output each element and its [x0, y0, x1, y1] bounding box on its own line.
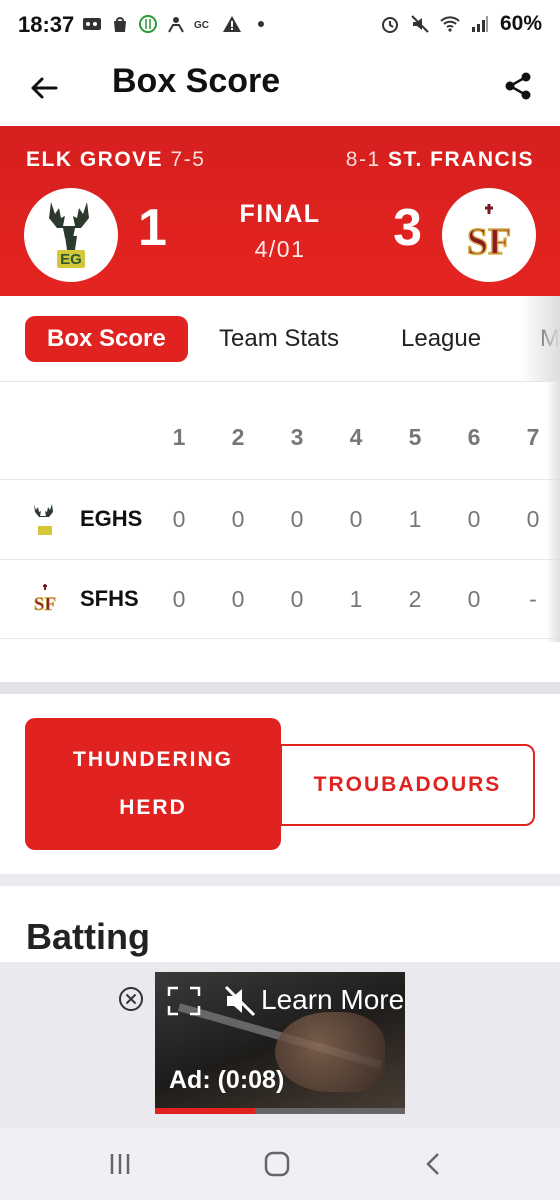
inning-header: 5	[408, 424, 422, 450]
inning-header: 6	[467, 424, 481, 450]
sf-logo-icon: SF	[466, 204, 512, 264]
muted-speaker-icon[interactable]	[223, 984, 257, 1018]
home-icon	[264, 1151, 290, 1177]
inning-header: 2	[231, 424, 245, 450]
person-icon	[168, 17, 184, 33]
inning-runs: 0	[172, 506, 186, 532]
team-toggle-thundering-herd[interactable]: THUNDERING HERD	[25, 718, 281, 850]
svg-text:GC: GC	[194, 20, 209, 31]
row-team-name[interactable]: EGHS	[80, 506, 142, 532]
close-ad-icon[interactable]	[118, 986, 144, 1012]
system-nav-bar	[0, 1128, 560, 1200]
linescore-table: 1 2 3 4 5 6 7 EGHS 0 0 0 0 1 0 0 SF SFHS…	[0, 382, 560, 682]
inning-header: 4	[349, 424, 363, 450]
inning-header: 1	[172, 424, 186, 450]
page-title: Box Score	[112, 62, 281, 100]
share-button[interactable]	[498, 66, 538, 106]
mute-icon	[411, 15, 429, 33]
arrow-left-icon	[31, 77, 58, 99]
battery-level: 60%	[499, 12, 542, 35]
ad-banner: Learn More Ad: (0:08)	[0, 962, 560, 1128]
app-bar: Box Score	[0, 52, 560, 126]
svg-text:SF: SF	[34, 594, 56, 615]
sf-logo-text: SF	[467, 221, 511, 263]
food-icon	[139, 15, 157, 33]
inning-header: 3	[290, 424, 304, 450]
table-row: SF SFHS 0 0 0 1 2 0 -	[0, 559, 560, 639]
inning-runs: 0	[231, 586, 245, 612]
batting-title: Batting	[26, 916, 150, 957]
share-icon	[505, 72, 531, 100]
alarm-icon	[381, 17, 398, 33]
away-team-logo[interactable]: SF	[442, 188, 536, 282]
ad-video-scene	[275, 1012, 385, 1092]
away-team-record: 8-1	[345, 148, 381, 171]
inning-runs: 1	[408, 506, 422, 532]
inning-runs: 0	[290, 506, 304, 532]
elk-logo-icon	[34, 504, 53, 535]
inning-runs: 1	[349, 586, 363, 612]
row-team-name[interactable]: SFHS	[80, 586, 139, 612]
inning-runs: 0	[290, 586, 304, 612]
section-divider	[0, 874, 560, 886]
tab-box-score[interactable]: Box Score	[25, 316, 188, 362]
home-team-name: ELK GROVE	[26, 148, 164, 171]
inning-runs: 2	[408, 586, 422, 612]
wifi-icon	[440, 16, 460, 32]
away-team-name: ST. FRANCIS	[387, 148, 534, 171]
bag-icon	[114, 17, 126, 32]
inning-runs: 0	[172, 586, 186, 612]
inning-runs: 0	[231, 506, 245, 532]
status-right-icons: 60%	[380, 12, 542, 36]
warning-icon	[223, 16, 241, 32]
inning-runs: 0	[467, 506, 481, 532]
voicemail-icon	[83, 18, 101, 30]
home-team-header: ELK GROVE 7-5	[26, 148, 205, 172]
tab-team-stats[interactable]: Team Stats	[219, 316, 339, 362]
status-bar: 18:37 GC 60%	[0, 0, 560, 52]
status-left-icons: GC	[82, 14, 264, 34]
ad-video[interactable]: Learn More Ad: (0:08)	[155, 972, 405, 1114]
notification-dot	[258, 21, 264, 27]
status-time: 18:37	[18, 12, 75, 37]
recents-button[interactable]	[100, 1146, 140, 1182]
ad-progress-fill	[155, 1108, 255, 1114]
learn-more-link[interactable]: Learn More	[261, 984, 404, 1016]
home-button[interactable]	[257, 1146, 297, 1182]
ad-timer: Ad: (0:08)	[169, 1066, 285, 1094]
away-team-score: 3	[393, 199, 422, 257]
table-scroll-fade	[546, 382, 560, 642]
tab-bar: Box Score Team Stats League M	[0, 296, 560, 382]
tab-league[interactable]: League	[401, 316, 481, 362]
sf-logo-icon: SF	[34, 584, 56, 615]
score-header: ELK GROVE 7-5 8-1 ST. FRANCIS EG 1 FINAL…	[0, 126, 560, 296]
inning-runs: 0	[467, 586, 481, 612]
team-toggle-troubadours[interactable]: TROUBADOURS	[280, 744, 535, 826]
signal-icon	[471, 16, 488, 32]
tab-scroll-fade	[520, 296, 560, 381]
table-row: EGHS 0 0 0 0 1 0 0	[0, 479, 560, 559]
fullscreen-icon[interactable]	[167, 986, 201, 1016]
recents-icon	[110, 1154, 130, 1174]
gc-icon: GC	[194, 20, 209, 31]
back-button[interactable]	[24, 68, 64, 108]
away-team-header: 8-1 ST. FRANCIS	[346, 148, 534, 172]
back-nav-button[interactable]	[414, 1146, 454, 1182]
team-toggle: TROUBADOURS THUNDERING HERD	[0, 694, 560, 874]
home-team-record: 7-5	[170, 148, 206, 171]
section-divider	[0, 682, 560, 694]
inning-runs: 0	[349, 506, 363, 532]
chevron-left-icon	[426, 1153, 439, 1175]
batting-section: Batting	[0, 886, 560, 966]
